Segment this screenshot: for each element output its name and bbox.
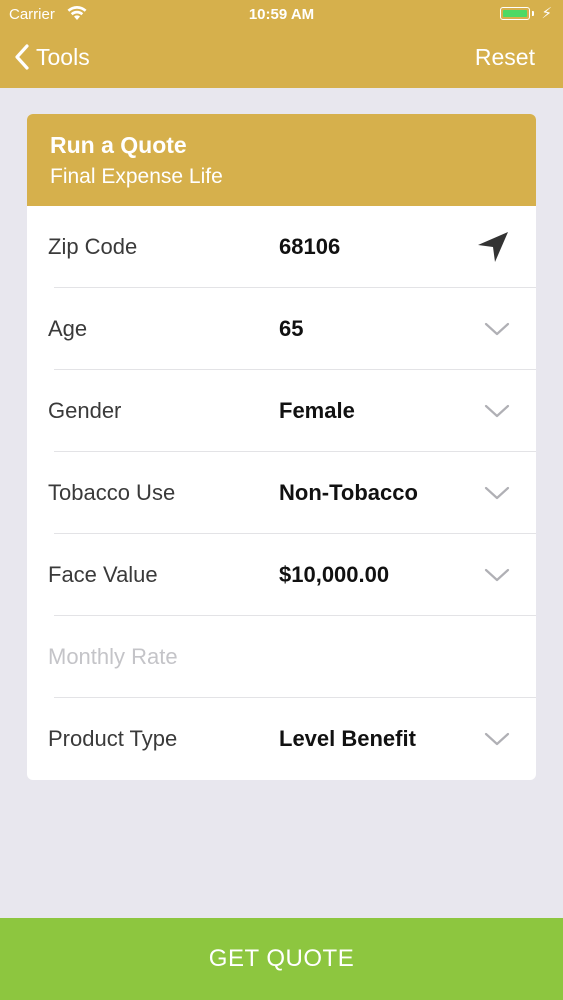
battery-icon	[500, 7, 530, 20]
zip-code-value[interactable]: 68106	[279, 206, 340, 288]
age-row[interactable]: Age 65	[27, 288, 536, 370]
navigation-bar: Carrier 10:59 AM ⚡ Tools Reset	[0, 0, 563, 88]
face-value-row[interactable]: Face Value $10,000.00	[27, 534, 536, 616]
charging-bolt-icon: ⚡	[541, 5, 552, 22]
status-time: 10:59 AM	[248, 6, 315, 23]
gender-label: Gender	[48, 398, 122, 423]
age-value: 65	[279, 316, 304, 341]
zip-code-label: Zip Code	[48, 234, 138, 259]
monthly-rate-label: Monthly Rate	[48, 644, 178, 669]
get-quote-button[interactable]: GET QUOTE	[0, 918, 563, 1000]
status-bar: Carrier 10:59 AM ⚡	[0, 0, 563, 30]
tobacco-use-row[interactable]: Tobacco Use Non-Tobacco	[27, 452, 536, 534]
card-subtitle: Final Expense Life	[50, 165, 223, 188]
back-button-label: Tools	[36, 43, 90, 70]
product-type-row[interactable]: Product Type Level Benefit	[27, 698, 536, 780]
age-label: Age	[48, 316, 88, 341]
tobacco-use-label: Tobacco Use	[48, 480, 176, 505]
battery-nub	[532, 11, 534, 16]
chevron-down-icon	[484, 370, 510, 452]
card-title: Run a Quote	[50, 132, 187, 158]
tobacco-use-value: Non-Tobacco	[279, 480, 418, 505]
quote-card: Run a Quote Final Expense Life Zip Code …	[27, 114, 536, 780]
face-value-value: $10,000.00	[279, 562, 390, 587]
gender-row[interactable]: Gender Female	[27, 370, 536, 452]
back-button[interactable]: Tools	[14, 40, 90, 74]
chevron-down-icon	[484, 698, 510, 780]
zip-code-row[interactable]: Zip Code 68106	[27, 206, 536, 288]
product-type-value: Level Benefit	[279, 726, 416, 751]
reset-button[interactable]: Reset	[475, 44, 535, 71]
chevron-down-icon	[484, 534, 510, 616]
gender-value: Female	[279, 398, 355, 423]
product-type-label: Product Type	[48, 726, 178, 751]
chevron-left-icon	[15, 44, 29, 70]
chevron-down-icon	[484, 288, 510, 370]
monthly-rate-row: Monthly Rate	[27, 616, 536, 698]
face-value-label: Face Value	[48, 562, 158, 587]
card-header: Run a Quote Final Expense Life	[27, 114, 536, 206]
chevron-down-icon	[484, 452, 510, 534]
location-arrow-icon[interactable]	[476, 206, 510, 288]
